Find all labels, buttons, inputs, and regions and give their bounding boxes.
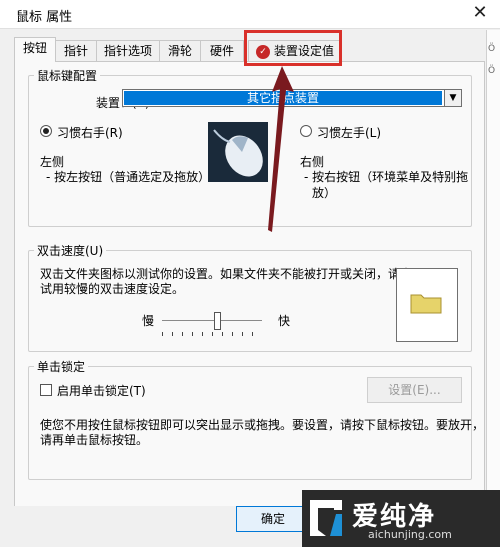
watermark-url: aichunjing.com: [368, 528, 452, 541]
double-click-legend: 双击速度(U): [34, 242, 107, 259]
tab-hardware[interactable]: 硬件: [200, 40, 244, 61]
double-click-desc-cont: 试用较慢的双击速度设定。: [40, 282, 185, 296]
speed-slider-track[interactable]: [162, 320, 262, 321]
ok-button[interactable]: 确定: [236, 506, 310, 532]
watermark: 爱纯净 aichunjing.com: [302, 490, 500, 547]
window-title: 鼠标 属性: [16, 10, 73, 25]
left-hand-label: 习惯左手(L): [317, 126, 382, 140]
click-lock-label: 启用单击锁定(T): [57, 384, 146, 398]
tab-label: 硬件: [209, 44, 234, 58]
chevron-down-icon[interactable]: ▼: [444, 90, 461, 106]
right-hand-radio[interactable]: [40, 125, 52, 137]
right-side-desc-cont: 放）: [312, 186, 337, 200]
tab-label: 指针: [63, 44, 88, 58]
click-lock-desc-cont: 请再单击鼠标按钮。: [40, 433, 149, 447]
close-icon[interactable]: ✕: [468, 2, 492, 24]
tab-buttons[interactable]: 按钮: [14, 37, 56, 62]
click-lock-checkbox[interactable]: [40, 384, 52, 396]
mouse-icon: [213, 129, 263, 177]
click-lock-legend: 单击锁定: [34, 358, 89, 375]
background-window-text: Ö: [488, 44, 496, 54]
tab-pointers[interactable]: 指针: [55, 40, 97, 61]
tab-label: 按钮: [22, 41, 47, 55]
right-hand-label: 习惯右手(R): [57, 126, 123, 140]
test-folder-box[interactable]: [396, 268, 458, 342]
tab-pointer-options[interactable]: 指针选项: [96, 40, 160, 61]
tab-label: 指针选项: [103, 44, 152, 58]
mouse-image: [208, 122, 268, 182]
right-side-desc: - 按右按钮（环境菜单及特别拖: [304, 170, 469, 184]
background-window-text: Ö: [488, 66, 496, 76]
speed-slider-ticks: [162, 332, 262, 336]
mouse-config-legend: 鼠标键配置: [34, 67, 101, 84]
speed-slider-thumb[interactable]: [214, 312, 221, 330]
highlight-box: [244, 30, 342, 66]
left-side-desc: - 按左按钮（普通选定及拖放）: [46, 170, 211, 184]
watermark-logo-icon: [310, 500, 342, 536]
settings-button[interactable]: 设置(E)...: [367, 377, 462, 403]
fast-label: 快: [278, 314, 291, 328]
tab-wheel[interactable]: 滑轮: [159, 40, 201, 61]
folder-icon: [410, 294, 442, 314]
background-window-edge: [486, 30, 500, 547]
slow-label: 慢: [142, 314, 155, 328]
title-bar: 鼠标 属性 ✕: [0, 0, 500, 29]
tab-label: 滑轮: [167, 44, 192, 58]
annotation-arrow: [268, 66, 294, 232]
